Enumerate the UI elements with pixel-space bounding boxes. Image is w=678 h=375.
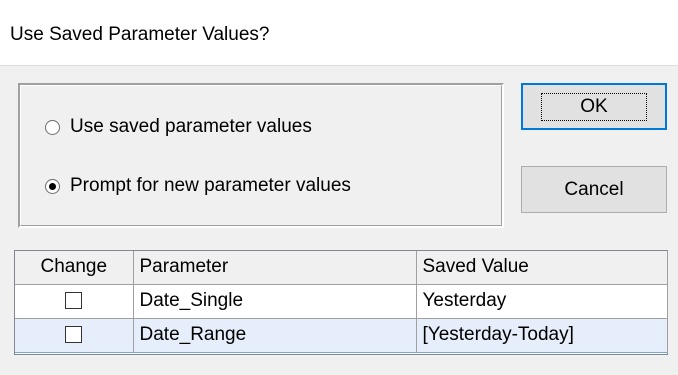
saved-value-cell[interactable]: Yesterday xyxy=(416,284,668,319)
column-header-parameter[interactable]: Parameter xyxy=(133,251,417,285)
option-prompt-new[interactable]: Prompt for new parameter values xyxy=(45,175,351,197)
parameters-table: Change Parameter Saved Value Date_Single… xyxy=(15,251,668,353)
column-header-change[interactable]: Change xyxy=(15,251,134,285)
ok-button[interactable]: OK xyxy=(521,83,667,130)
table-header-row: Change Parameter Saved Value xyxy=(15,251,668,285)
parameter-cell[interactable]: Date_Range xyxy=(133,317,417,353)
change-cell[interactable] xyxy=(15,317,134,353)
option-prompt-new-label: Prompt for new parameter values xyxy=(70,175,351,196)
radio-use-saved[interactable] xyxy=(45,119,60,135)
dialog-title: Use Saved Parameter Values? xyxy=(10,24,270,45)
change-cell[interactable] xyxy=(15,284,134,319)
ok-button-label: OK xyxy=(541,92,647,121)
change-checkbox[interactable] xyxy=(65,292,83,310)
radio-prompt-new[interactable] xyxy=(45,178,60,194)
change-checkbox[interactable] xyxy=(65,326,83,344)
option-use-saved-label: Use saved parameter values xyxy=(70,116,312,137)
cancel-button[interactable]: Cancel xyxy=(521,166,667,213)
saved-value-cell[interactable]: [Yesterday-Today] xyxy=(416,317,668,353)
parameter-cell[interactable]: Date_Single xyxy=(133,284,417,319)
table-row[interactable]: Date_Range [Yesterday-Today] xyxy=(15,317,668,353)
column-header-saved-value[interactable]: Saved Value xyxy=(416,251,668,285)
parameters-grid: Change Parameter Saved Value Date_Single… xyxy=(14,250,668,355)
parameter-mode-group: Use saved parameter values Prompt for ne… xyxy=(18,83,504,228)
title-bar: Use Saved Parameter Values? xyxy=(0,0,678,66)
table-row[interactable]: Date_Single Yesterday xyxy=(15,284,668,319)
option-use-saved[interactable]: Use saved parameter values xyxy=(45,116,312,138)
